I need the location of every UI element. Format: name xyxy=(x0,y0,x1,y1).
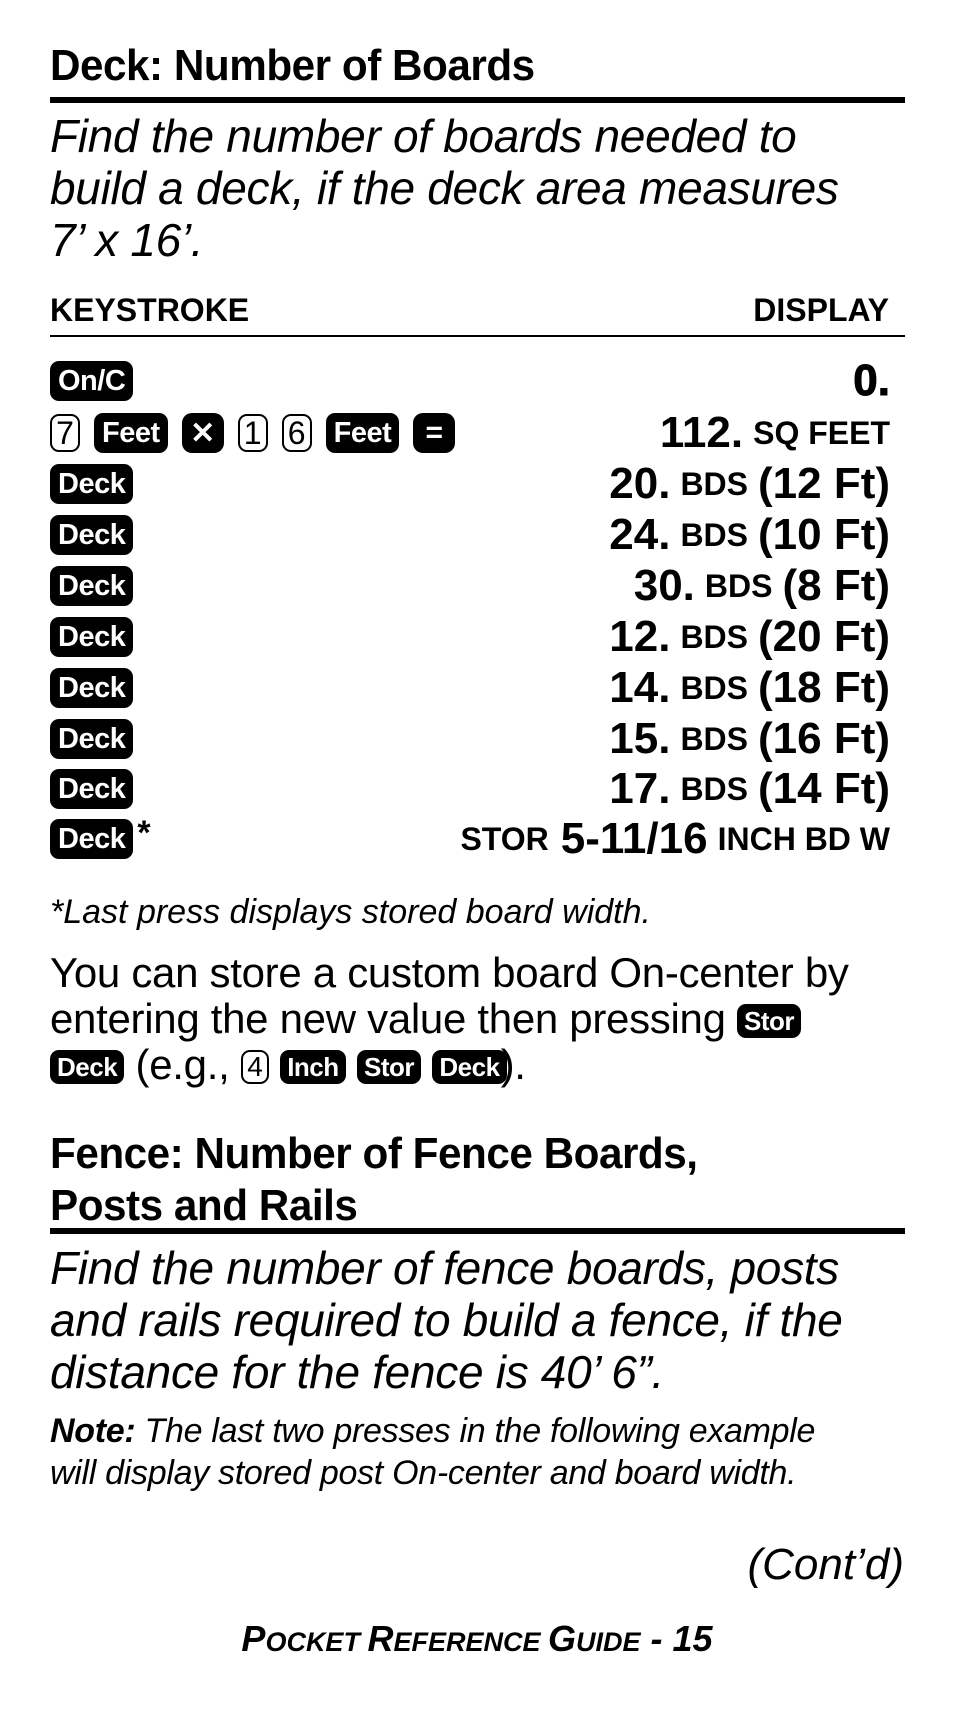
display-value: 17. BDS (14 Ft) xyxy=(609,764,890,814)
display-board-length: (20 Ft) xyxy=(758,612,890,661)
display-number: 5-11/16 xyxy=(560,814,708,863)
display-value: 12. BDS (20 Ft) xyxy=(609,612,890,662)
display-number: 15. xyxy=(609,714,671,763)
digit-key: 4 xyxy=(240,1050,269,1084)
display-value: 30. BDS (8 Ft) xyxy=(634,561,890,611)
display-board-length: (18 Ft) xyxy=(758,663,890,712)
table-row: Deck 15. BDS (16 Ft) xyxy=(50,714,905,764)
display-value: STOR 5-11/16 INCH BD W xyxy=(450,814,890,864)
table-row: Deck 24. BDS (10 Ft) xyxy=(50,510,905,560)
paragraph-line: Deck (e.g., 4 Inch Stor Deck). xyxy=(50,1042,930,1088)
deck-key: Deck xyxy=(50,719,134,759)
display-unit: BDS xyxy=(680,720,748,757)
display-unit: BDS xyxy=(680,465,748,502)
heading-rule xyxy=(50,97,905,103)
on-c-key: On/C xyxy=(50,361,134,401)
deck-key: Deck xyxy=(50,668,134,708)
display-prefix: STOR xyxy=(460,820,549,857)
display-value: 15. BDS (16 Ft) xyxy=(609,714,890,764)
display-column-header: DISPLAY xyxy=(753,292,889,328)
deck-key: Deck xyxy=(50,515,134,555)
custom-store-paragraph: You can store a custom board On-center b… xyxy=(50,950,930,1088)
paragraph-line: entering the new value then pressing Sto… xyxy=(50,996,930,1042)
inch-key: Inch xyxy=(280,1050,346,1084)
table-row: Deck 30. BDS (8 Ft) xyxy=(50,561,905,611)
column-rule xyxy=(50,335,905,337)
display-number: 112. xyxy=(659,408,744,457)
table-row: On/C 0. xyxy=(50,356,905,406)
display-board-length: (8 Ft) xyxy=(782,561,890,610)
equals-icon: = xyxy=(413,413,456,453)
display-number: 14. xyxy=(609,663,671,712)
display-unit: BDS xyxy=(680,669,748,706)
table-row: Deck 20. BDS (12 Ft) xyxy=(50,459,905,509)
display-number: 17. xyxy=(609,764,671,813)
table-row: Deck 14. BDS (18 Ft) xyxy=(50,663,905,713)
display-board-length: (10 Ft) xyxy=(758,510,890,559)
feet-key: Feet xyxy=(325,413,400,453)
digit-key: 7 xyxy=(50,414,80,452)
lead-line: and rails required to build a fence, if … xyxy=(50,1294,843,1346)
display-board-length: (14 Ft) xyxy=(758,764,890,813)
table-row: Deck 12. BDS (20 Ft) xyxy=(50,612,905,662)
display-unit: BDS xyxy=(680,516,748,553)
deck-key: Deck xyxy=(50,464,134,504)
display-unit: BDS xyxy=(680,770,748,807)
display-number: 0. xyxy=(853,356,891,406)
display-value: 20. BDS (12 Ft) xyxy=(609,459,890,509)
display-value: 24. BDS (10 Ft) xyxy=(609,510,890,560)
digit-key: 6 xyxy=(281,414,312,452)
footnote: *Last press displays stored board width. xyxy=(50,893,651,931)
deck-heading: Deck: Number of Boards xyxy=(50,41,535,90)
display-board-length: (12 Ft) xyxy=(758,459,890,508)
table-row: 7 Feet ✕ 1 6 Feet = 112. SQ FEET xyxy=(50,408,905,458)
display-suffix: INCH BD W xyxy=(717,820,890,857)
deck-lead-text: Find the number of boards needed to buil… xyxy=(50,110,930,266)
display-value: 14. BDS (18 Ft) xyxy=(609,663,890,713)
page-number: - 15 xyxy=(640,1618,713,1659)
display-unit: SQ FEET xyxy=(753,414,890,451)
display-board-length: (16 Ft) xyxy=(758,714,890,763)
lead-line: distance for the fence is 40’ 6”. xyxy=(50,1346,665,1398)
lead-line: 7’ x 16’. xyxy=(50,214,204,266)
page-footer: POCKET REFERENCE GUIDE - 15 xyxy=(241,1618,713,1659)
display-number: 20. xyxy=(609,459,671,508)
lead-line: Find the number of fence boards, posts xyxy=(50,1242,839,1294)
table-row: Deck * STOR 5-11/16 INCH BD W xyxy=(50,814,905,864)
lead-line: build a deck, if the deck area measures xyxy=(50,162,839,214)
feet-key: Feet xyxy=(94,413,168,453)
display-unit: BDS xyxy=(704,567,773,604)
deck-key: Deck xyxy=(432,1050,507,1084)
deck-key: Deck xyxy=(50,566,134,606)
deck-key: Deck xyxy=(50,769,134,809)
display-number: 12. xyxy=(609,612,671,661)
stor-key: Stor xyxy=(357,1050,422,1084)
deck-key: Deck xyxy=(50,1050,125,1084)
stor-key: Stor xyxy=(737,1004,802,1038)
lead-line: Find the number of boards needed to xyxy=(50,110,797,162)
continued-label: (Cont’d) xyxy=(747,1540,905,1589)
footnote-marker: * xyxy=(137,814,151,852)
fence-lead-text: Find the number of fence boards, posts a… xyxy=(50,1242,930,1398)
table-row: Deck 17. BDS (14 Ft) xyxy=(50,764,905,814)
fence-heading: Fence: Number of Fence Boards, Posts and… xyxy=(50,1129,698,1230)
display-value: 112. SQ FEET xyxy=(660,408,890,458)
multiply-icon: ✕ xyxy=(181,413,224,453)
paragraph-line: You can store a custom board On-center b… xyxy=(50,949,849,996)
keystroke-column-header: KEYSTROKE xyxy=(50,292,250,328)
digit-key: 1 xyxy=(237,414,268,452)
note-label: Note: xyxy=(50,1412,136,1450)
display-value: 0. xyxy=(853,356,891,406)
display-number: 24. xyxy=(609,510,671,559)
deck-key: Deck xyxy=(50,819,134,859)
display-number: 30. xyxy=(633,561,695,610)
display-unit: BDS xyxy=(680,618,748,655)
fence-note: Note: The last two presses in the follow… xyxy=(50,1412,816,1492)
deck-key: Deck xyxy=(50,617,134,657)
heading-rule xyxy=(50,1228,905,1234)
